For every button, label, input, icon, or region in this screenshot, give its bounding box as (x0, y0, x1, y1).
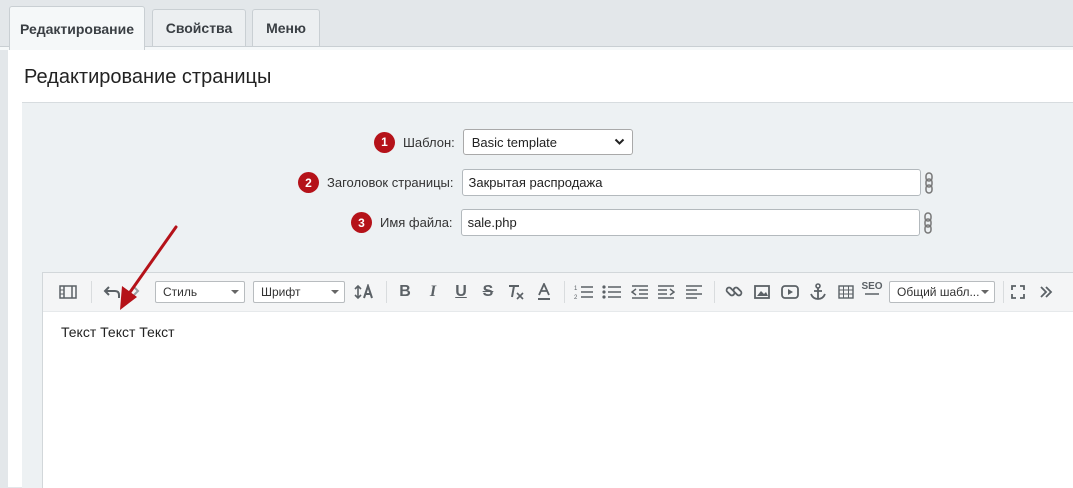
underline-icon[interactable]: U (451, 282, 471, 302)
fullscreen-icon[interactable] (1007, 282, 1029, 302)
tab-menu[interactable]: Меню (252, 9, 320, 46)
video-icon[interactable] (779, 282, 801, 302)
caret-down-icon (981, 290, 989, 294)
tab-editing[interactable]: Редактирование (9, 6, 145, 50)
page-title-row: 2 Заголовок страницы: Закрытая распродаж… (298, 169, 934, 196)
template-select-value: Basic template (471, 134, 558, 150)
page-title-input-value: Закрытая распродажа (468, 175, 603, 190)
step-badge-1: 1 (374, 131, 395, 153)
redo-icon[interactable] (123, 282, 143, 302)
link-chain-icon[interactable] (923, 211, 933, 234)
italic-icon[interactable]: I (423, 282, 443, 302)
toolbar-separator (91, 281, 92, 303)
template-label: Шаблон: (403, 134, 455, 150)
table-icon[interactable] (835, 282, 857, 302)
image-icon[interactable] (751, 282, 773, 302)
file-name-input-value: sale.php (467, 215, 517, 230)
page-title-label: Заголовок страницы: (327, 175, 454, 190)
outdent-icon[interactable] (629, 282, 651, 302)
strikethrough-icon[interactable]: S (478, 282, 498, 302)
tab-bar: Редактирование Свойства Меню (0, 0, 1073, 50)
undo-icon[interactable] (101, 282, 123, 302)
font-select[interactable]: Шрифт (253, 281, 345, 303)
seo-icon[interactable]: SEO (861, 279, 883, 299)
main-panel: Редактирование страницы 1 Шаблон: Basic … (8, 50, 1073, 488)
toolbar-separator (714, 281, 715, 303)
page-title-input[interactable]: Закрытая распродажа (461, 169, 921, 196)
editor-toolbar: Стиль Шрифт B I U S 1 2 SEO Общий шабл..… (43, 273, 1073, 312)
step-badge-3: 3 (351, 212, 372, 233)
template-style-select[interactable]: Общий шабл... (889, 281, 995, 303)
view-mode-icon[interactable] (57, 282, 79, 302)
align-icon[interactable] (683, 282, 705, 302)
unordered-list-icon[interactable] (601, 282, 623, 302)
template-select[interactable]: Basic template (462, 129, 633, 155)
svg-text:2: 2 (574, 295, 578, 300)
font-select-value: Шрифт (261, 285, 301, 299)
step-badge-2: 2 (298, 172, 319, 193)
svg-text:1: 1 (574, 286, 578, 292)
html-editor: Стиль Шрифт B I U S 1 2 SEO Общий шабл..… (42, 272, 1073, 488)
style-select-value: Стиль (163, 285, 198, 299)
caret-down-icon (331, 290, 339, 294)
template-row: 1 Шаблон: Basic template (374, 129, 633, 155)
font-size-icon[interactable] (353, 282, 377, 302)
anchor-icon[interactable] (807, 282, 829, 302)
more-icon[interactable] (1035, 282, 1057, 302)
indent-icon[interactable] (655, 282, 677, 302)
remove-format-icon[interactable] (505, 282, 527, 302)
chevron-down-icon (614, 138, 624, 145)
file-name-row: 3 Имя файла: sale.php (351, 209, 933, 236)
template-style-select-value: Общий шабл... (897, 285, 980, 299)
file-name-input[interactable]: sale.php (460, 209, 920, 236)
seo-label: SEO (861, 281, 883, 292)
tab-properties[interactable]: Свойства (152, 9, 246, 46)
link-icon[interactable] (723, 282, 745, 302)
style-select[interactable]: Стиль (155, 281, 245, 303)
text-color-icon[interactable] (533, 282, 555, 302)
bold-icon[interactable]: B (395, 282, 415, 302)
toolbar-separator (564, 281, 565, 303)
toolbar-separator (386, 281, 387, 303)
ordered-list-icon[interactable]: 12 (573, 282, 595, 302)
form-area: 1 Шаблон: Basic template 2 Заголовок стр… (22, 102, 1073, 488)
page-title: Редактирование страницы (24, 66, 272, 88)
caret-down-icon (231, 290, 239, 294)
link-chain-icon[interactable] (924, 171, 934, 194)
editor-content[interactable]: Текст Текст Текст (61, 324, 175, 340)
toolbar-separator (1003, 281, 1004, 303)
file-name-label: Имя файла: (380, 215, 453, 230)
